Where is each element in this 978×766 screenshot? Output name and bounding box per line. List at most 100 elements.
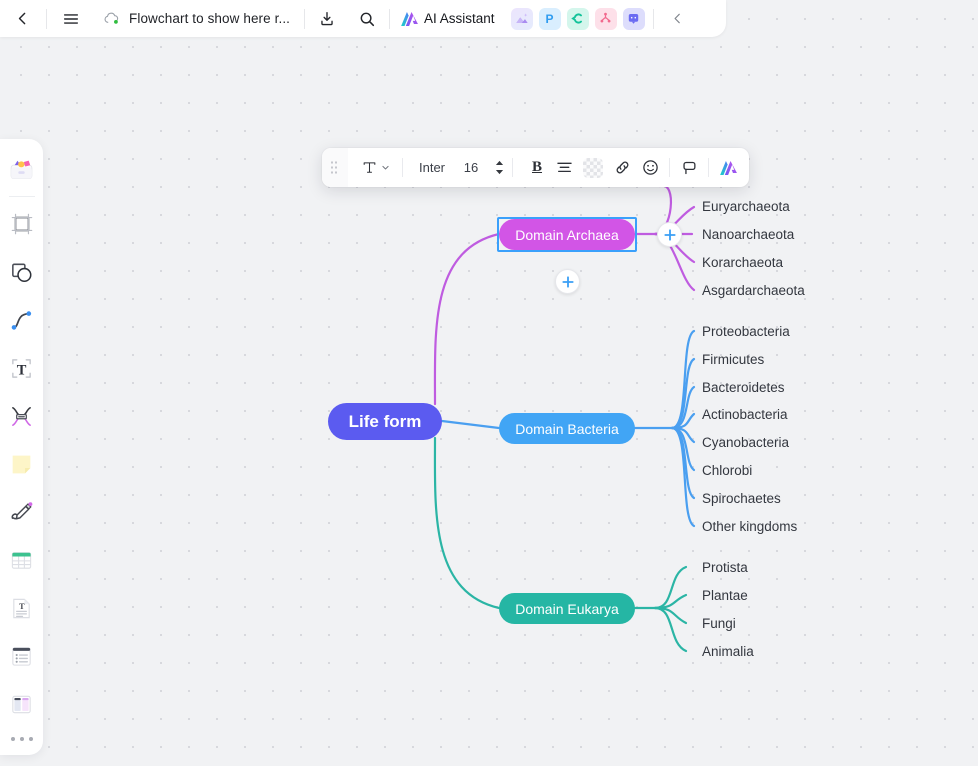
mindmap-leaf[interactable]: Other kingdoms xyxy=(702,519,797,534)
sidebar-divider xyxy=(8,196,35,197)
ai-assistant-label: AI Assistant xyxy=(424,11,495,26)
presentation-app-chip[interactable]: P xyxy=(538,7,561,30)
font-family-select[interactable]: Inter xyxy=(408,154,458,182)
whiteboard-app: Life form Domain Archaea Euryarchaeota N… xyxy=(0,0,978,766)
mindmap-leaf[interactable]: Spirochaetes xyxy=(702,491,781,506)
document-title-button[interactable]: Flowchart to show here r... xyxy=(93,0,302,37)
chevron-down-icon xyxy=(382,165,389,170)
align-button[interactable] xyxy=(550,154,578,182)
canva-c-icon xyxy=(571,13,583,24)
mindmap-leaf[interactable]: Protista xyxy=(702,560,748,575)
mindmap-node-domain-archaea[interactable]: Domain Archaea xyxy=(499,219,635,250)
sidebar-more-button[interactable] xyxy=(10,737,33,741)
toolbar-divider xyxy=(389,8,391,29)
text-color-button[interactable] xyxy=(583,157,604,178)
table-icon xyxy=(11,551,32,569)
download-icon xyxy=(321,11,333,25)
ai-assistant-button[interactable]: AI Assistant xyxy=(392,0,505,37)
emoji-button[interactable] xyxy=(636,154,664,182)
connector-curve-icon xyxy=(11,310,32,330)
list-icon xyxy=(12,646,31,666)
toolbar-divider xyxy=(652,8,654,29)
chat-app-chip[interactable] xyxy=(622,7,645,30)
sidebar-item-shape[interactable] xyxy=(5,255,39,289)
stepper-down-icon xyxy=(495,170,503,175)
kanban-icon xyxy=(12,695,31,713)
mindmap-leaf[interactable]: Plantae xyxy=(702,588,748,603)
stepper-up-icon xyxy=(495,160,503,165)
mindmap-leaf[interactable]: Cyanobacteria xyxy=(702,435,789,450)
sidebar-item-text[interactable]: T xyxy=(5,351,39,385)
sidebar-item-mindmap[interactable] xyxy=(5,399,39,433)
add-node-button[interactable] xyxy=(555,269,580,294)
sidebar-item-table[interactable] xyxy=(5,543,39,577)
link-button[interactable] xyxy=(608,154,636,182)
mindmap-node-domain-eukarya[interactable]: Domain Eukarya xyxy=(499,593,635,624)
template-library-icon xyxy=(10,160,33,179)
mindmap-node-domain-bacteria[interactable]: Domain Bacteria xyxy=(499,413,635,444)
tools-sidebar: T T xyxy=(0,139,43,755)
dot xyxy=(10,737,15,741)
mindmap-connectors xyxy=(433,184,696,653)
ai-button[interactable] xyxy=(714,154,742,182)
mindmap-leaf[interactable]: Fungi xyxy=(702,616,736,631)
ai-sparkle-icon xyxy=(719,160,737,175)
font-size-input[interactable]: 16 xyxy=(458,154,484,182)
mindmap-node-root[interactable]: Life form xyxy=(328,403,442,440)
sidebar-item-connector[interactable] xyxy=(5,303,39,337)
download-button[interactable] xyxy=(307,0,347,37)
sidebar-item-document[interactable]: T xyxy=(5,591,39,625)
mindmap-leaf[interactable]: Nanoarchaeota xyxy=(702,227,794,242)
main-menu-button[interactable] xyxy=(49,0,93,37)
mindmap-leaf[interactable]: Chlorobi xyxy=(702,463,752,478)
bold-button[interactable]: B xyxy=(524,154,550,182)
mindmap-leaf[interactable]: Korarchaeota xyxy=(702,255,783,270)
text-type-icon xyxy=(363,162,376,173)
node-label: Domain Bacteria xyxy=(515,420,619,437)
svg-text:T: T xyxy=(19,601,25,610)
collapse-panel-button[interactable] xyxy=(661,0,695,37)
chevron-left-icon xyxy=(674,13,680,24)
align-center-icon xyxy=(556,162,572,172)
mindmap-leaf[interactable]: Firmicutes xyxy=(702,352,764,367)
format-divider xyxy=(669,158,671,177)
canva-app-chip[interactable] xyxy=(566,7,589,30)
comment-button[interactable] xyxy=(675,154,703,182)
sidebar-item-frame[interactable] xyxy=(5,207,39,241)
text-tool-icon: T xyxy=(12,358,31,378)
font-size-stepper[interactable] xyxy=(491,154,507,182)
mindmap-leaf[interactable]: Actinobacteria xyxy=(702,407,788,422)
format-divider xyxy=(512,158,514,177)
mindmap-diagram: Life form Domain Archaea Euryarchaeota N… xyxy=(0,0,978,766)
sidebar-item-kanban[interactable] xyxy=(5,687,39,721)
sidebar-item-pen[interactable] xyxy=(5,495,39,529)
plus-icon xyxy=(561,275,574,288)
search-button[interactable] xyxy=(347,0,387,37)
mindmap-leaf[interactable]: Euryarchaeota xyxy=(702,199,790,214)
sidebar-item-sticky-note[interactable] xyxy=(5,447,39,481)
back-button[interactable] xyxy=(0,0,44,37)
text-style-dropdown[interactable] xyxy=(355,154,397,182)
sidebar-item-templates[interactable] xyxy=(5,153,39,187)
mindmap-app-chip[interactable] xyxy=(594,7,617,30)
document-title: Flowchart to show here r... xyxy=(129,11,291,26)
chat-bubble-icon xyxy=(628,13,639,24)
sticky-note-icon xyxy=(12,455,31,473)
sidebar-item-list[interactable] xyxy=(5,639,39,673)
format-divider xyxy=(708,158,710,177)
node-label: Domain Eukarya xyxy=(515,600,619,617)
emoji-icon xyxy=(642,160,658,175)
link-icon xyxy=(616,161,628,174)
drag-handle[interactable] xyxy=(322,148,348,187)
mindmap-leaf[interactable]: Animalia xyxy=(702,644,754,659)
add-child-archaea-button[interactable] xyxy=(657,222,682,247)
mindmap-leaf[interactable]: Bacteroidetes xyxy=(702,380,785,395)
mindmap-leaf[interactable]: Proteobacteria xyxy=(702,324,790,339)
mindmap-leaf[interactable]: Asgardarchaeota xyxy=(702,283,805,298)
image-app-chip[interactable] xyxy=(510,7,533,30)
format-divider xyxy=(402,158,403,177)
frame-icon xyxy=(11,213,32,235)
mindmap-tool-icon xyxy=(12,406,31,426)
node-label: Life form xyxy=(348,411,422,431)
node-label: Domain Archaea xyxy=(515,226,619,243)
